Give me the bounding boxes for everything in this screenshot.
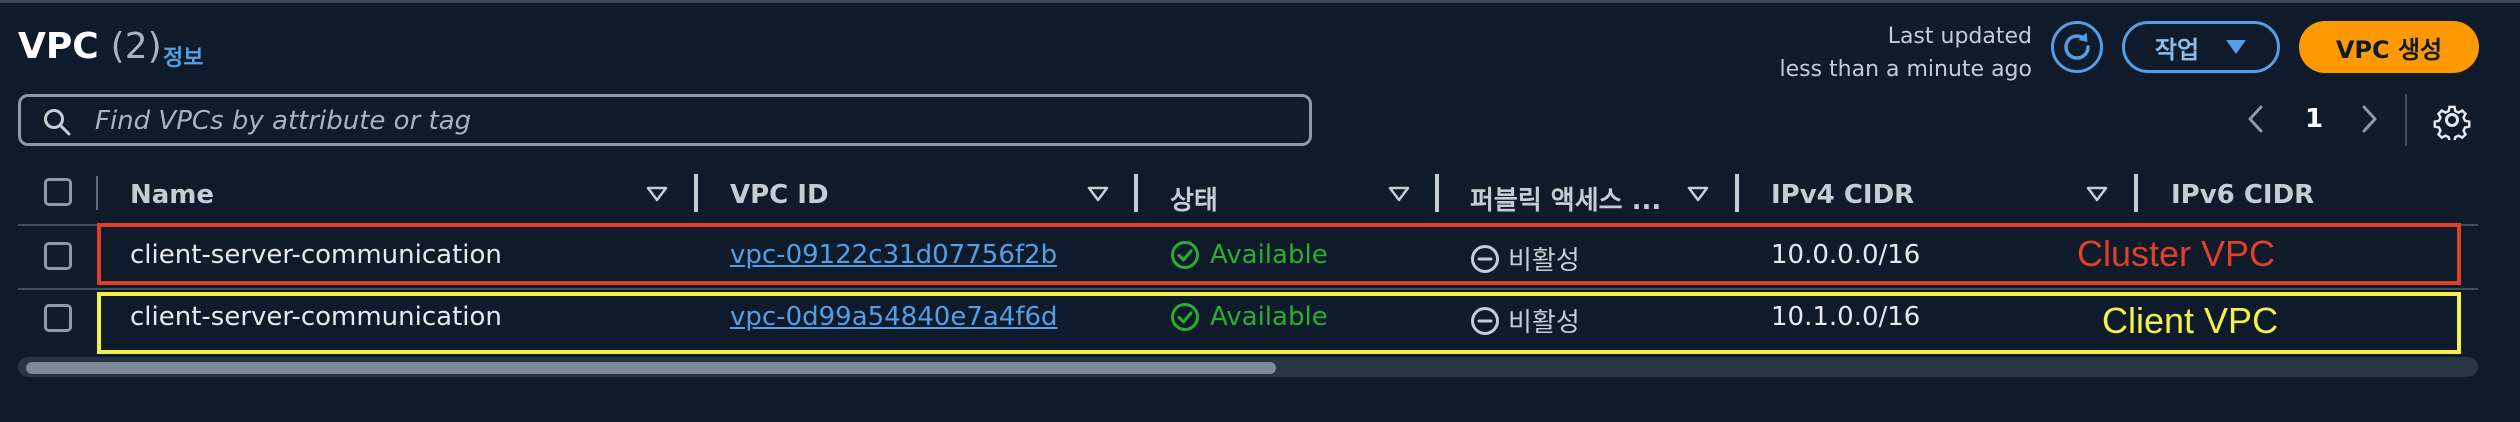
sort-caret-down-icon[interactable] [2086, 186, 2108, 202]
cluster-vpc-annotation: Cluster VPC [2077, 233, 2276, 274]
last-updated: Last updated less than a minute ago [1779, 20, 2032, 86]
search-box[interactable] [18, 94, 1312, 146]
client-vpc-annotation: Client VPC [2102, 300, 2279, 341]
current-page-number[interactable]: 1 [2305, 104, 2323, 134]
column-header-status[interactable]: 상태 [1170, 180, 1218, 217]
column-header-name[interactable]: Name [130, 180, 214, 210]
sort-caret-down-icon[interactable] [646, 186, 668, 202]
last-updated-label: Last updated [1887, 24, 2032, 49]
sort-caret-down-icon[interactable] [1388, 186, 1410, 202]
create-vpc-button[interactable]: VPC 생성 [2299, 21, 2479, 73]
horizontal-scrollbar-thumb[interactable] [26, 362, 1276, 374]
actions-dropdown-button[interactable]: 작업 [2122, 21, 2280, 73]
refresh-button[interactable] [2051, 21, 2103, 73]
settings-gear-icon[interactable] [2432, 100, 2472, 140]
top-border [0, 0, 2520, 3]
sort-caret-down-icon[interactable] [1087, 186, 1109, 202]
search-input[interactable] [93, 103, 1297, 139]
sort-caret-down-icon[interactable] [1687, 186, 1709, 202]
previous-page-icon[interactable] [2244, 103, 2268, 135]
column-resizer[interactable] [2134, 174, 2138, 212]
search-icon [44, 109, 71, 136]
vpc-count: (2) [110, 26, 162, 67]
last-updated-time: less than a minute ago [1779, 57, 2032, 82]
actions-label: 작업 [2154, 35, 2200, 64]
column-header-ipv4-cidr[interactable]: IPv4 CIDR [1771, 180, 1914, 210]
column-resizer[interactable] [1435, 174, 1439, 212]
page-title: VPC (2) [18, 26, 162, 67]
row-select-checkbox[interactable] [44, 242, 72, 270]
info-link[interactable]: 정보 [163, 40, 203, 72]
table-header: Name VPC ID 상태 퍼블릭 액세스 ... IPv4 CIDR IPv… [0, 170, 2520, 220]
next-page-icon[interactable] [2357, 103, 2381, 135]
row-select-checkbox[interactable] [44, 304, 72, 332]
column-resizer[interactable] [1134, 174, 1138, 212]
caret-down-icon [2226, 40, 2247, 54]
column-divider [96, 176, 98, 210]
refresh-icon [2064, 32, 2090, 60]
column-resizer[interactable] [694, 174, 698, 212]
column-header-vpc-id[interactable]: VPC ID [730, 180, 829, 210]
column-header-ipv6-cidr[interactable]: IPv6 CIDR [2171, 180, 2314, 210]
column-header-public-access[interactable]: 퍼블릭 액세스 ... [1470, 180, 1661, 217]
toolbar-divider [2405, 94, 2407, 146]
select-all-checkbox[interactable] [44, 178, 72, 206]
page-title-text: VPC [18, 26, 99, 67]
column-resizer[interactable] [1735, 174, 1739, 212]
